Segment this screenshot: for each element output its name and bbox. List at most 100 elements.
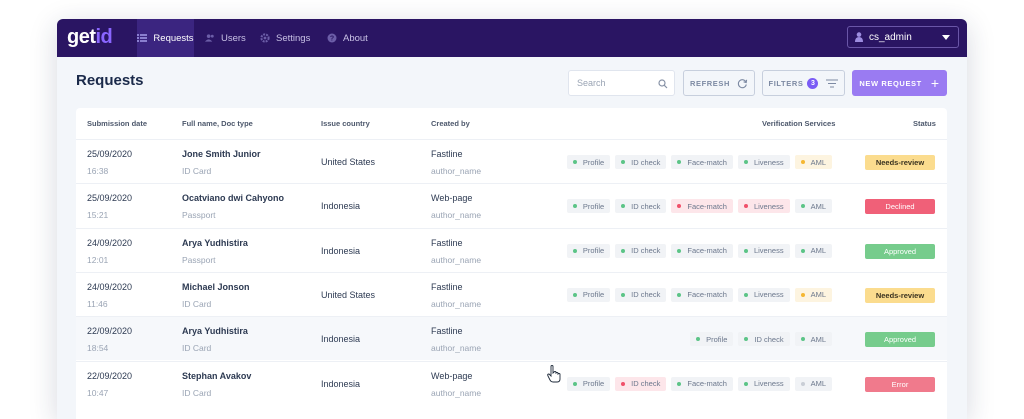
service-chip[interactable]: Liveness: [737, 243, 790, 258]
service-chip[interactable]: ID check: [615, 243, 667, 258]
status-dot-icon: [621, 292, 626, 297]
status-dot-icon: [677, 204, 682, 209]
chevron-down-icon: [942, 35, 950, 40]
table-row[interactable]: 25/09/2020 16:38 Jone Smith Junior ID Card U…: [76, 139, 947, 183]
service-chip[interactable]: Profile: [566, 155, 611, 169]
status-dot-icon: [677, 248, 682, 253]
full-name[interactable]: Michael Jonson: [182, 282, 250, 292]
service-chip[interactable]: Liveness: [737, 155, 790, 169]
nav-item-requests[interactable]: Requests: [137, 19, 194, 57]
status-dot-icon: [621, 204, 626, 209]
full-name[interactable]: Jone Smith Junior: [182, 149, 261, 159]
table-row[interactable]: 22/09/2020 18:54 Arya Yudhistira ID Card Ind…: [76, 316, 947, 361]
nav-item-label: Requests: [153, 32, 194, 44]
status-dot-icon: [572, 160, 577, 164]
submission-time: 18:54: [87, 343, 109, 354]
doc-type: Passport: [182, 210, 216, 221]
service-label: Profile: [582, 201, 605, 211]
issue-country: United States: [321, 157, 376, 167]
search-box: [568, 70, 675, 96]
full-name[interactable]: Stephan Avakov: [182, 371, 251, 381]
service-chip[interactable]: ID check: [738, 332, 790, 347]
search-icon[interactable]: [658, 79, 668, 89]
service-label: Liveness: [753, 246, 784, 256]
nav-item-users[interactable]: Users: [205, 19, 246, 57]
author-name: author_name: [431, 298, 482, 309]
status-badge: Error: [865, 376, 935, 392]
status-badge: Approved: [865, 332, 935, 348]
gear-icon: [260, 33, 270, 43]
service-chip[interactable]: AML: [794, 287, 832, 302]
column-header-status[interactable]: Status: [913, 119, 936, 128]
search-input[interactable]: [575, 77, 659, 89]
status-dot-icon: [800, 337, 805, 342]
service-chip[interactable]: Liveness: [737, 376, 790, 391]
service-label: Profile: [582, 290, 605, 300]
column-header-date[interactable]: Submission date: [87, 119, 147, 128]
table-row[interactable]: 22/09/2020 10:47 Stephan Avakov ID Card Indo…: [76, 360, 947, 405]
service-chip[interactable]: Profile: [566, 376, 611, 391]
full-name[interactable]: Arya Yudhistira: [182, 238, 248, 248]
service-chip[interactable]: AML: [794, 243, 832, 258]
column-header-created-by[interactable]: Created by: [431, 119, 470, 128]
status-dot-icon: [743, 160, 748, 164]
table-row[interactable]: 24/09/2020 12:01 Arya Yudhistira Passport In…: [76, 227, 947, 272]
service-chip[interactable]: Liveness: [737, 199, 790, 214]
doc-type: ID Card: [182, 298, 212, 309]
service-label: Face-match: [687, 157, 727, 167]
status-dot-icon: [744, 337, 749, 342]
filters-button[interactable]: FILTERS 3: [762, 70, 845, 96]
service-label: Face-match: [687, 246, 727, 256]
service-chip[interactable]: Liveness: [737, 287, 790, 302]
service-chip[interactable]: Face-match: [671, 376, 733, 391]
full-name[interactable]: Ocatviano dwi Cahyono: [182, 193, 284, 203]
status-dot-icon: [572, 381, 577, 386]
service-chip[interactable]: Profile: [690, 332, 734, 347]
service-chip[interactable]: Profile: [566, 287, 611, 302]
full-name[interactable]: Arya Yudhistira: [182, 326, 248, 336]
column-header-name[interactable]: Full name, Doc type: [182, 119, 253, 128]
submission-time: 11:46: [87, 298, 108, 309]
service-label: ID check: [631, 379, 661, 388]
service-chip[interactable]: ID check: [615, 376, 667, 391]
getid-logo[interactable]: get id: [67, 26, 113, 50]
issue-country: Indonesia: [321, 378, 361, 389]
table-row[interactable]: 24/09/2020 11:46 Michael Jonson ID Card Unit…: [76, 271, 947, 316]
service-chip[interactable]: Face-match: [671, 199, 733, 214]
refresh-button[interactable]: REFRESH: [683, 70, 755, 96]
service-chip[interactable]: Profile: [566, 199, 611, 214]
user-menu-select[interactable]: cs_admin: [847, 26, 959, 48]
service-label: AML: [810, 201, 826, 211]
service-chip[interactable]: Profile: [566, 243, 611, 258]
refresh-icon: [737, 78, 748, 89]
status-dot-icon: [677, 160, 682, 164]
service-chip[interactable]: AML: [794, 155, 832, 169]
doc-type: ID Card: [182, 343, 212, 354]
created-by: Fastline: [431, 281, 463, 292]
service-chip[interactable]: ID check: [615, 287, 667, 302]
service-label: ID check: [631, 157, 661, 167]
service-chip[interactable]: AML: [794, 332, 832, 347]
service-chip[interactable]: Face-match: [671, 155, 733, 169]
nav-item-settings[interactable]: Settings: [260, 19, 310, 57]
column-header-country[interactable]: Issue country: [321, 119, 370, 128]
issue-country: United States: [321, 289, 376, 300]
service-chip[interactable]: Face-match: [671, 287, 733, 302]
verification-services: Profile ID check Face-match Liveness AML: [566, 199, 832, 214]
nav-item-label: Users: [221, 32, 246, 44]
status-dot-icon: [743, 204, 748, 209]
svg-text:?: ?: [330, 36, 334, 43]
service-chip[interactable]: AML: [794, 376, 832, 391]
verification-services: Profile ID check Face-match Liveness AML: [566, 287, 832, 302]
service-chip[interactable]: ID check: [615, 155, 667, 169]
service-chip[interactable]: ID check: [615, 199, 667, 214]
author-name: author_name: [431, 254, 482, 265]
nav-item-about[interactable]: ? About: [327, 19, 368, 57]
column-header-services[interactable]: Verification Services: [762, 119, 835, 128]
created-by: Fastline: [431, 237, 463, 248]
status-badge: Needs-review: [865, 155, 935, 170]
service-chip[interactable]: AML: [794, 199, 832, 214]
service-chip[interactable]: Face-match: [671, 243, 733, 258]
new-request-button[interactable]: NEW REQUEST +: [852, 70, 947, 96]
table-row[interactable]: 25/09/2020 15:21 Ocatviano dwi Cahyono Pass…: [76, 183, 947, 227]
